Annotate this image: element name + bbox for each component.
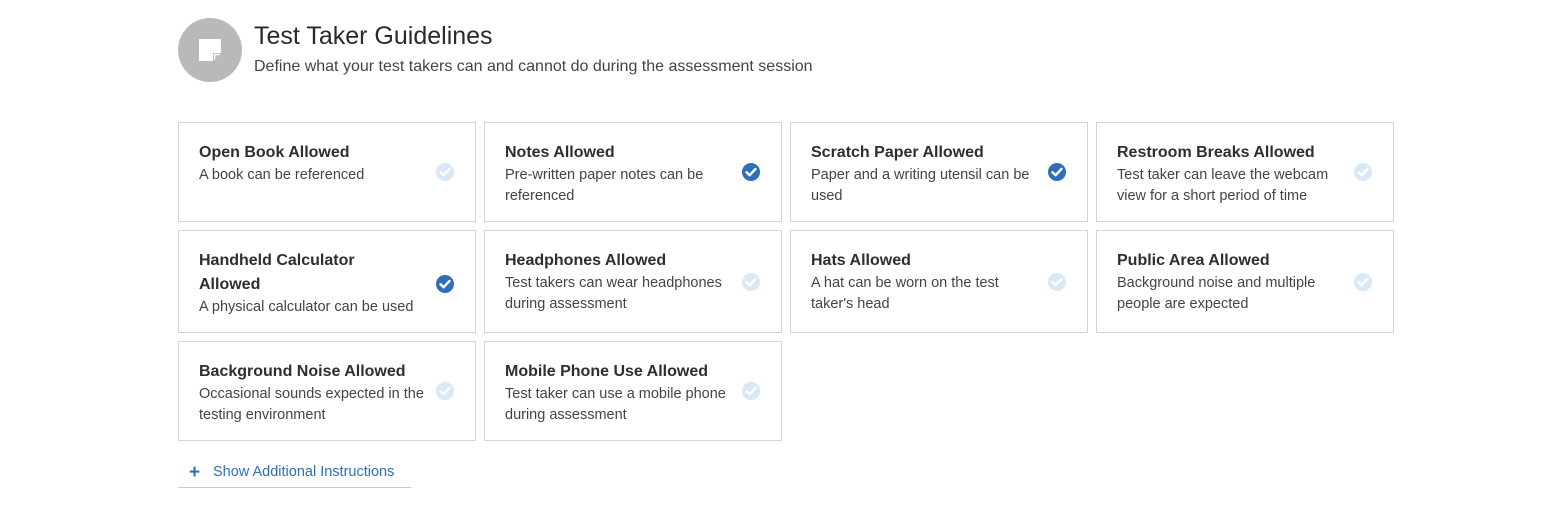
show-additional-instructions-label: Show Additional Instructions (213, 464, 395, 480)
header-text: Test Taker Guidelines Define what your t… (254, 18, 813, 78)
guideline-description: Test takers can wear headphones during a… (505, 275, 722, 312)
show-additional-instructions-link[interactable]: + Show Additional Instructions (178, 457, 411, 488)
unchecked-circle-icon[interactable] (1353, 162, 1373, 182)
checked-circle-icon[interactable] (435, 274, 455, 294)
checked-circle-icon[interactable] (741, 162, 761, 182)
guideline-card-notes-allowed[interactable]: Notes Allowed Pre-written paper notes can… (484, 122, 782, 222)
guideline-card-open-book-allowed[interactable]: Open Book Allowed A book can be reference… (178, 122, 476, 222)
guideline-description: Test taker can use a mobile phone during… (505, 386, 726, 423)
guideline-title: Notes Allowed (505, 144, 615, 161)
guideline-title: Open Book Allowed (199, 144, 350, 161)
checked-circle-icon[interactable] (1047, 162, 1067, 182)
section-header: Test Taker Guidelines Define what your t… (178, 18, 1394, 82)
guideline-card-scratch-paper-allowed[interactable]: Scratch Paper Allowed Paper and a writing… (790, 122, 1088, 222)
guideline-card-restroom-breaks-allowed[interactable]: Restroom Breaks Allowed Test taker can le… (1096, 122, 1394, 222)
guideline-card-public-area-allowed[interactable]: Public Area Allowed Background noise and … (1096, 230, 1394, 333)
page-subtitle: Define what your test takers can and can… (254, 58, 813, 75)
sticky-note-icon (178, 18, 242, 82)
guideline-card-mobile-phone-use-allowed[interactable]: Mobile Phone Use Allowed Test taker can u… (484, 341, 782, 441)
guideline-card-handheld-calculator-allowed[interactable]: Handheld Calculator Allowed A physical ca… (178, 230, 476, 333)
test-taker-guidelines-section: Test Taker Guidelines Define what your t… (178, 18, 1394, 488)
guideline-card-hats-allowed[interactable]: Hats Allowed A hat can be worn on the tes… (790, 230, 1088, 333)
guideline-title: Headphones Allowed (505, 252, 667, 269)
guideline-description: A book can be referenced (199, 167, 365, 183)
unchecked-circle-icon[interactable] (1047, 272, 1067, 292)
guidelines-grid: Open Book Allowed A book can be reference… (178, 122, 1394, 441)
plus-icon: + (189, 461, 201, 483)
guideline-description: Paper and a writing utensil can be used (811, 167, 1030, 204)
guideline-description: Test taker can leave the webcam view for… (1117, 167, 1329, 204)
guideline-title: Restroom Breaks Allowed (1117, 144, 1315, 161)
guideline-title: Public Area Allowed (1117, 252, 1270, 269)
guideline-title: Background Noise Allowed (199, 363, 406, 380)
guideline-title: Hats Allowed (811, 252, 911, 269)
guideline-title: Scratch Paper Allowed (811, 144, 984, 161)
guideline-description: Background noise and multiple people are… (1117, 275, 1316, 312)
unchecked-circle-icon[interactable] (1353, 272, 1373, 292)
guideline-card-background-noise-allowed[interactable]: Background Noise Allowed Occasional sound… (178, 341, 476, 441)
guideline-card-headphones-allowed[interactable]: Headphones Allowed Test takers can wear h… (484, 230, 782, 333)
guideline-description: A physical calculator can be used (199, 299, 414, 315)
guideline-description: A hat can be worn on the test taker's he… (811, 275, 999, 312)
guideline-description: Occasional sounds expected in the testin… (199, 386, 424, 423)
guideline-description: Pre-written paper notes can be reference… (505, 167, 704, 204)
unchecked-circle-icon[interactable] (435, 162, 455, 182)
unchecked-circle-icon[interactable] (741, 381, 761, 401)
page-title: Test Taker Guidelines (254, 22, 493, 50)
guideline-title: Handheld Calculator Allowed (199, 252, 355, 293)
unchecked-circle-icon[interactable] (435, 381, 455, 401)
guideline-title: Mobile Phone Use Allowed (505, 363, 708, 380)
unchecked-circle-icon[interactable] (741, 272, 761, 292)
